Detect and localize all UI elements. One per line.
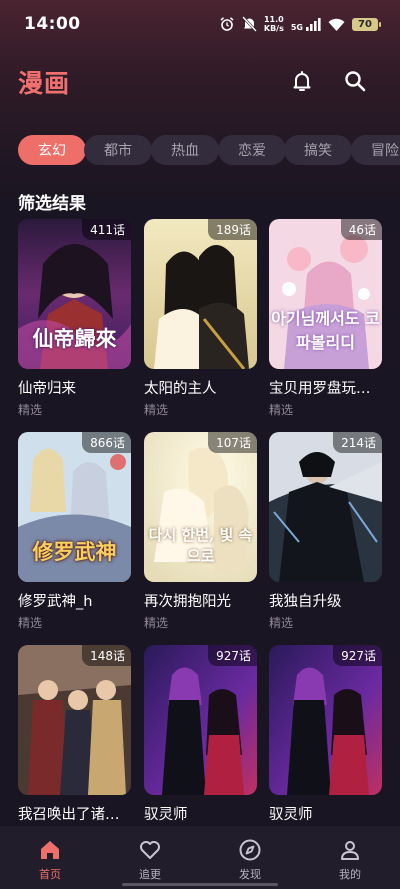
nav-label: 追更: [139, 868, 161, 881]
nav-follow[interactable]: 追更: [110, 826, 190, 889]
cover-title-art: 修罗武神: [32, 539, 117, 564]
tab-gaoxiao[interactable]: 搞笑: [284, 135, 352, 165]
net-speed-unit: KB/s: [263, 24, 284, 33]
status-time: 14:00: [24, 14, 81, 34]
comic-card[interactable]: 修罗武神 866话 修罗武神_h 精选: [18, 432, 131, 631]
comic-card[interactable]: 927话 驭灵师 精选: [144, 645, 257, 844]
comic-title[interactable]: 宝贝用罗盘玩…: [269, 377, 382, 398]
comic-cover[interactable]: 다시 한번, 빛 속으로 107话: [144, 432, 257, 582]
tab-rexue[interactable]: 热血: [151, 135, 219, 165]
cover-title-art: 다시 한번, 빛 속으로: [148, 526, 253, 565]
comic-title[interactable]: 修罗武神_h: [18, 590, 131, 611]
comic-subtitle: 精选: [18, 616, 43, 630]
comic-cover[interactable]: 仙帝歸來 411话: [18, 219, 131, 369]
comic-cover[interactable]: 아기님께서도 코파볼리디 46话: [269, 219, 382, 369]
comic-card[interactable]: 148话 我召唤出了诸… 精选: [18, 645, 131, 844]
comic-card[interactable]: 189话 太阳的主人 精选: [144, 219, 257, 418]
status-bar: 14:00 11.0 KB/s 5G 70: [0, 0, 400, 48]
comic-title[interactable]: 再次拥抱阳光: [144, 590, 257, 611]
nav-discover[interactable]: 发现: [210, 826, 290, 889]
cover-title-art: 아기님께서도 코파볼리디: [271, 309, 380, 352]
bottom-nav: 首页 追更 发现 我的: [0, 826, 400, 889]
comic-card[interactable]: 다시 한번, 빛 속으로 107话 再次拥抱阳光 精选: [144, 432, 257, 631]
net-speed-value: 11.0: [263, 15, 284, 24]
category-tabs: 玄幻 都市 热血 恋爱 搞笑 冒险: [0, 135, 400, 165]
tab-xuanhuan[interactable]: 玄幻: [18, 135, 86, 165]
comic-title[interactable]: 仙帝归来: [18, 377, 131, 398]
tab-maoxian[interactable]: 冒险: [351, 135, 400, 165]
compass-icon: [239, 839, 261, 861]
comic-cover[interactable]: 148话: [18, 645, 131, 795]
cover-title-art: 仙帝歸來: [32, 326, 117, 351]
mute-bell-icon: [241, 16, 257, 32]
home-indicator[interactable]: [122, 883, 278, 886]
episode-badge: 927话: [208, 645, 257, 666]
episode-badge: 411话: [82, 219, 131, 240]
comic-card[interactable]: 仙帝歸來 411话 仙帝归来 精选: [18, 219, 131, 418]
episode-badge: 927话: [333, 645, 382, 666]
episode-badge: 189话: [208, 219, 257, 240]
episode-badge: 107话: [208, 432, 257, 453]
cover-image: [269, 432, 382, 582]
heart-icon: [140, 841, 160, 859]
cover-image: [144, 219, 257, 369]
nav-label: 首页: [39, 868, 61, 881]
nav-profile[interactable]: 我的: [310, 826, 390, 889]
comic-title[interactable]: 驭灵师: [269, 803, 382, 824]
tab-lianai[interactable]: 恋爱: [218, 135, 286, 165]
battery-indicator: 70: [352, 17, 381, 31]
alarm-icon: [220, 17, 234, 31]
episode-badge: 214话: [333, 432, 382, 453]
signal-icon: [306, 17, 321, 31]
comic-cover[interactable]: 214话: [269, 432, 382, 582]
user-icon: [341, 841, 359, 860]
comic-cover[interactable]: 927话: [269, 645, 382, 795]
app-header: 漫画: [0, 60, 400, 104]
signal-type: 5G: [290, 23, 303, 32]
comic-subtitle: 精选: [269, 616, 294, 630]
home-icon: [41, 841, 59, 859]
wifi-icon: [328, 18, 345, 31]
nav-home[interactable]: 首页: [10, 826, 90, 889]
cover-image: [18, 645, 131, 795]
section-title: 筛选结果: [18, 194, 86, 214]
comic-cover[interactable]: 189话: [144, 219, 257, 369]
episode-badge: 866话: [82, 432, 131, 453]
comic-subtitle: 精选: [18, 403, 43, 417]
comic-title[interactable]: 我召唤出了诸…: [18, 803, 131, 824]
comic-card[interactable]: 214话 我独自升级 精选: [269, 432, 382, 631]
nav-label: 我的: [339, 868, 361, 881]
comic-title[interactable]: 我独自升级: [269, 590, 382, 611]
episode-badge: 148话: [82, 645, 131, 666]
comic-card[interactable]: 927话 驭灵师 精选: [269, 645, 382, 844]
net-speed: 11.0 KB/s: [264, 15, 284, 33]
cover-image: [269, 645, 382, 795]
tab-dushi[interactable]: 都市: [84, 135, 152, 165]
app-title: 漫画: [18, 69, 71, 98]
comic-subtitle: 精选: [269, 403, 294, 417]
comic-subtitle: 精选: [144, 616, 169, 630]
comic-cover[interactable]: 927话: [144, 645, 257, 795]
nav-label: 发现: [239, 868, 261, 881]
comic-title[interactable]: 驭灵师: [144, 803, 257, 824]
episode-badge: 46话: [340, 219, 382, 240]
bell-icon[interactable]: [289, 68, 315, 94]
comic-title[interactable]: 太阳的主人: [144, 377, 257, 398]
search-icon[interactable]: [342, 68, 368, 94]
comic-cover[interactable]: 修罗武神 866话: [18, 432, 131, 582]
comic-subtitle: 精选: [144, 403, 169, 417]
cover-image: [144, 645, 257, 795]
comic-card[interactable]: 아기님께서도 코파볼리디 46话 宝贝用罗盘玩… 精选: [269, 219, 382, 418]
status-icons: 11.0 KB/s 5G 70: [219, 15, 381, 33]
